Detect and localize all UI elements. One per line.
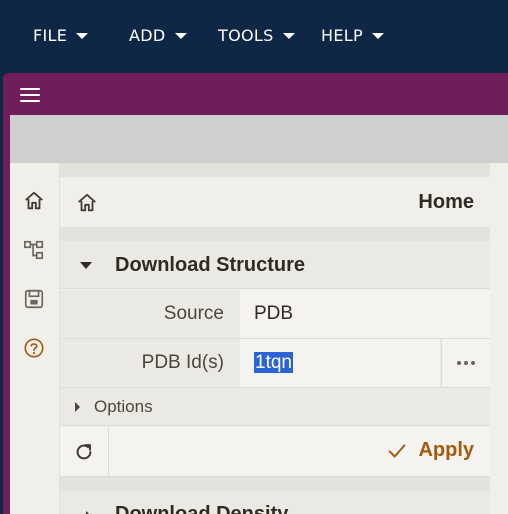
divider [60, 227, 490, 241]
menu-help[interactable]: HELP [321, 24, 384, 46]
help-icon[interactable] [23, 337, 45, 359]
download-density-header[interactable]: Download Density [60, 491, 490, 514]
panel-top-spacer [60, 163, 490, 177]
section-title: Download Density [115, 503, 289, 514]
left-icon-rail [10, 163, 60, 514]
caret-down-icon [80, 262, 92, 269]
more-options-icon[interactable] [441, 339, 490, 387]
frame-header [3, 73, 508, 115]
main-panel: Home Download Structure Source PDB PDB I… [60, 177, 490, 514]
source-value: PDB [254, 303, 294, 324]
pdb-id-value: 1tqn [254, 352, 293, 373]
tree-icon[interactable] [23, 239, 45, 261]
source-select[interactable]: PDB [240, 290, 490, 338]
home-header-row: Home [60, 177, 490, 227]
pdb-id-input[interactable]: 1tqn [240, 339, 440, 387]
menu-help-label: HELP [321, 25, 363, 45]
chevron-down-icon [371, 33, 384, 39]
pdb-id-label: PDB Id(s) [141, 352, 224, 373]
check-icon [389, 443, 406, 458]
apply-button[interactable]: Apply [386, 439, 474, 462]
viewport-strip [10, 115, 508, 163]
apply-label: Apply [418, 439, 474, 461]
menu-file[interactable]: FILE [33, 24, 89, 46]
home-icon[interactable] [76, 192, 98, 214]
options-toggle[interactable]: Options [60, 388, 490, 426]
divider [60, 477, 490, 491]
refresh-button[interactable] [60, 427, 109, 476]
source-field-row: Source PDB [60, 290, 490, 339]
plugin-panel: Home Download Structure Source PDB PDB I… [10, 115, 508, 514]
menu-file-label: FILE [33, 25, 68, 45]
menu-add-label: ADD [129, 25, 166, 45]
source-label: Source [163, 303, 224, 324]
section-title: Download Structure [115, 254, 306, 276]
menu-tools-label: TOOLS [218, 25, 274, 45]
menu-tools[interactable]: TOOLS [218, 24, 295, 46]
page-title: Home [418, 191, 474, 213]
options-label: Options [94, 397, 153, 416]
chevron-down-icon [174, 33, 187, 39]
menu-add[interactable]: ADD [129, 24, 187, 46]
refresh-icon [76, 443, 92, 459]
save-icon[interactable] [23, 288, 45, 310]
hamburger-menu-icon[interactable] [20, 87, 40, 103]
chevron-down-icon [282, 33, 295, 39]
home-icon[interactable] [23, 190, 45, 212]
chevron-down-icon [76, 33, 89, 39]
download-structure-header[interactable]: Download Structure [60, 241, 490, 289]
top-menu-bar: FILE ADD TOOLS HELP [0, 0, 508, 70]
pdb-id-field-row: PDB Id(s) 1tqn [60, 339, 490, 388]
action-row: Apply [60, 427, 490, 477]
caret-right-icon [75, 402, 80, 412]
app-frame: Home Download Structure Source PDB PDB I… [3, 73, 508, 514]
